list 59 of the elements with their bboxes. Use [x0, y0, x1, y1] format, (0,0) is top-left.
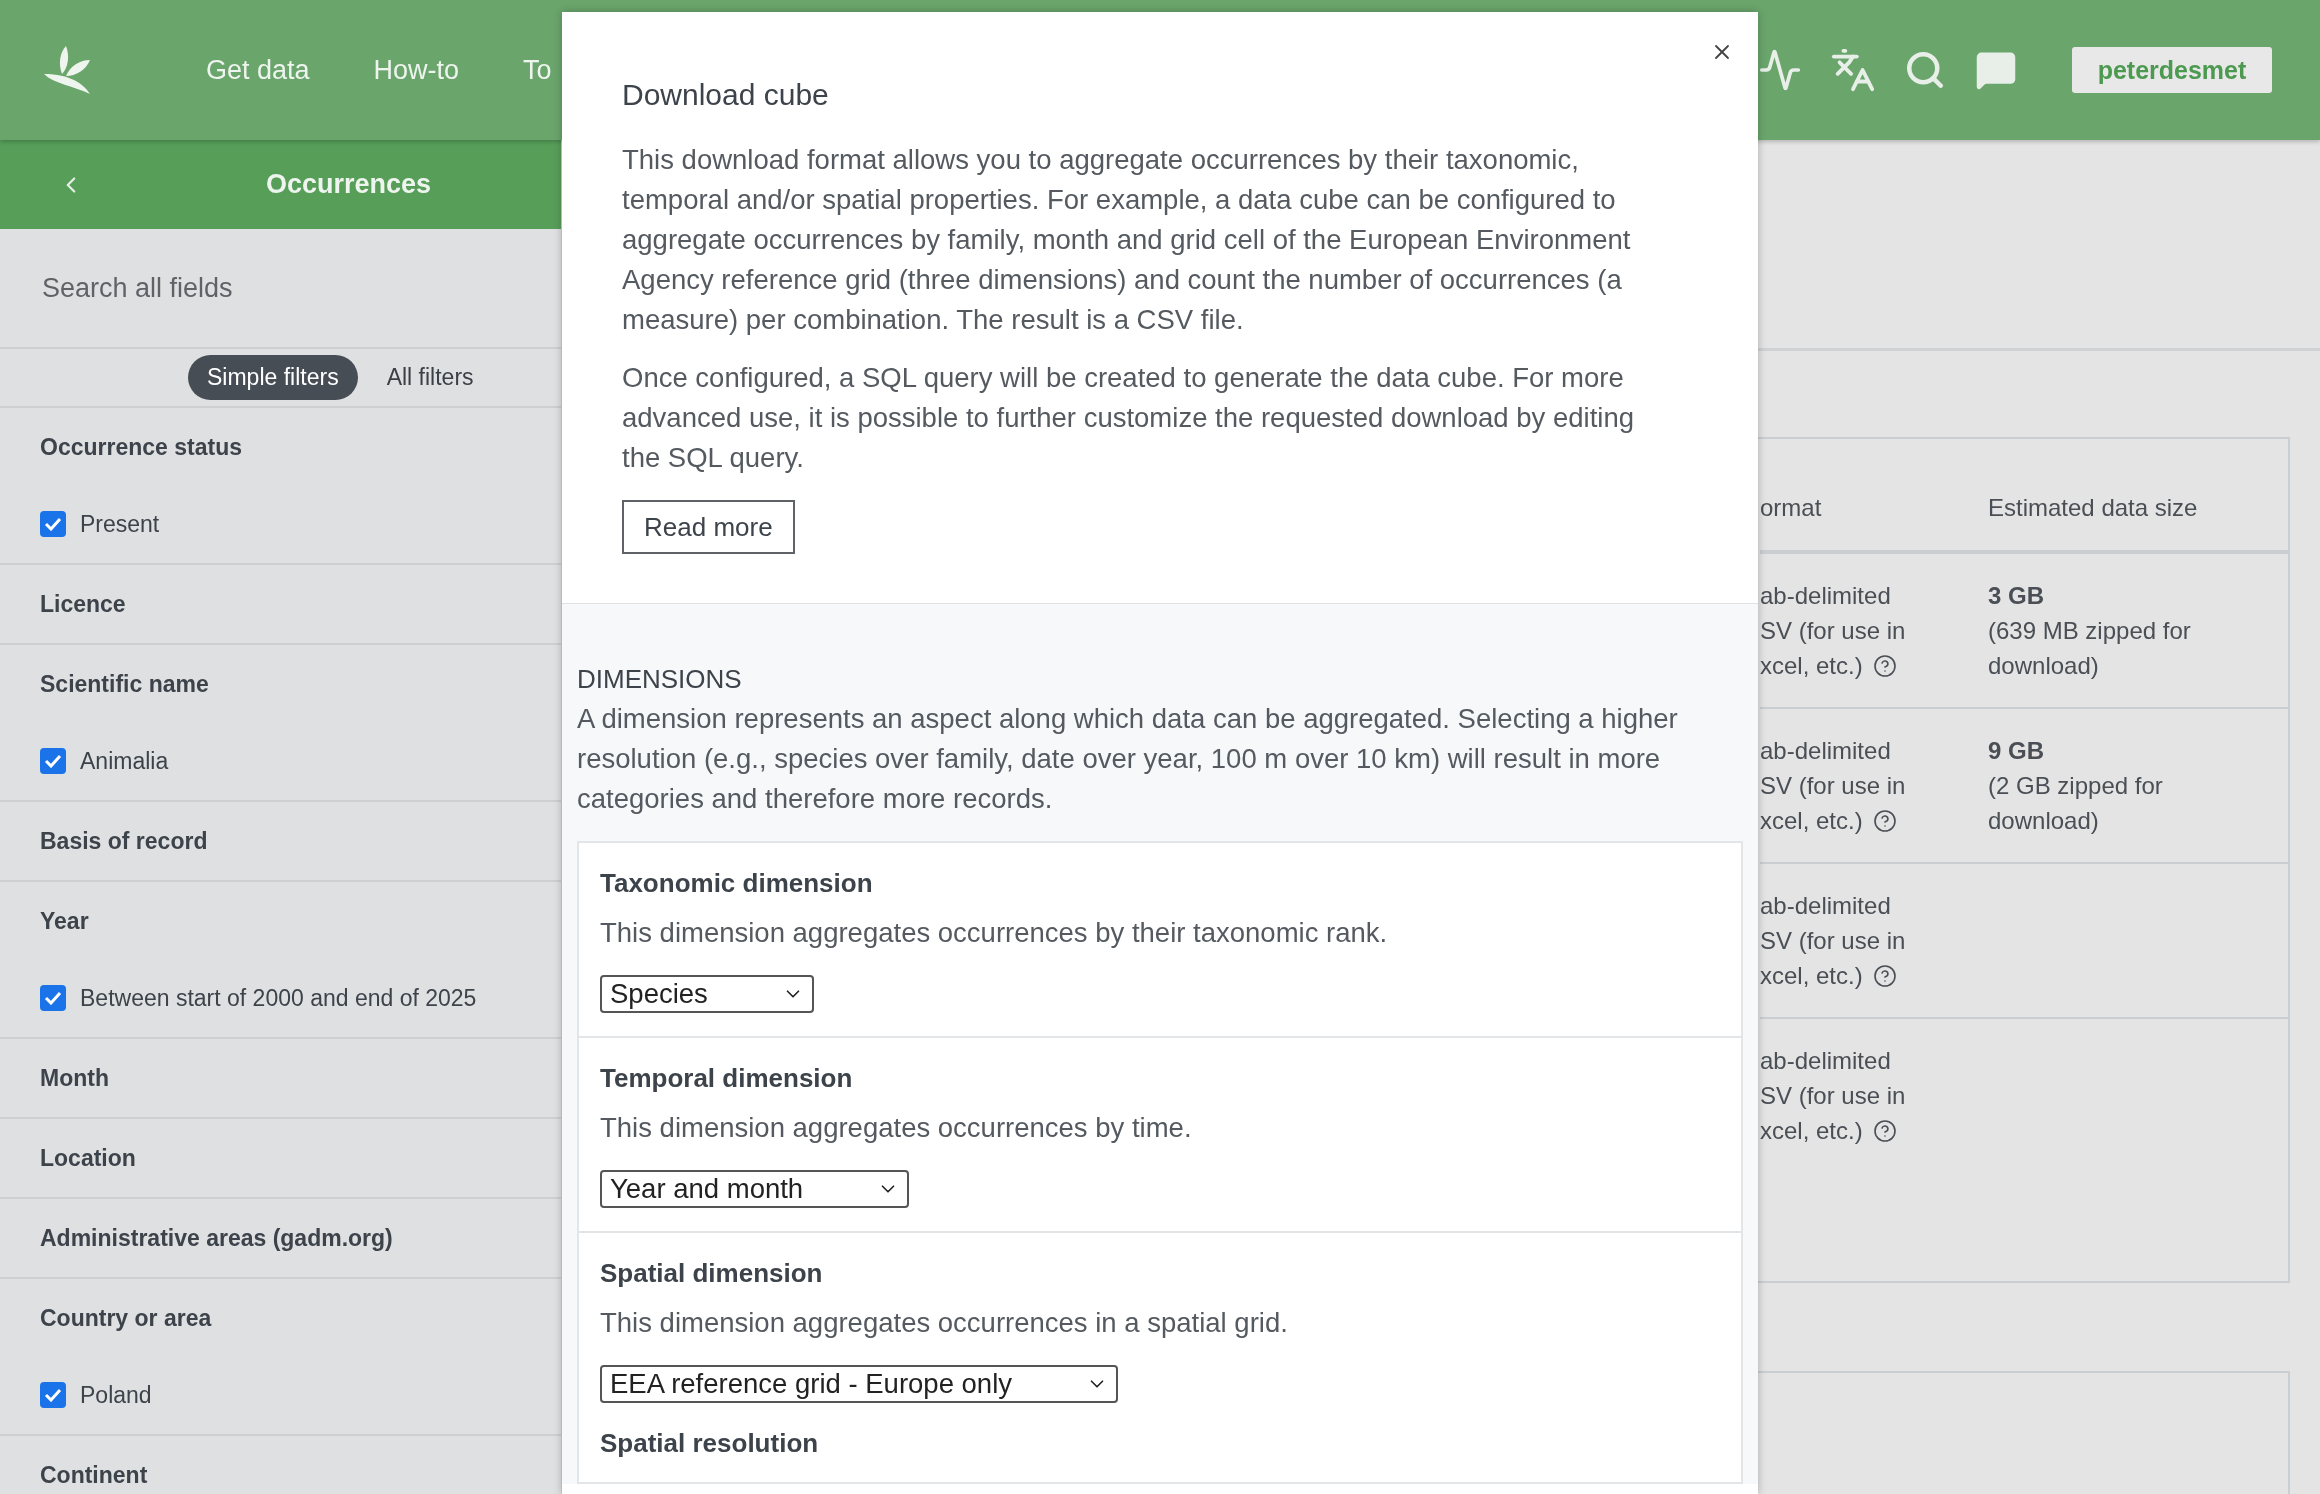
checkbox[interactable] — [40, 1382, 66, 1408]
filter-option: Poland — [80, 1380, 152, 1410]
help-icon[interactable] — [1872, 654, 1897, 678]
dimension-title: Spatial resolution — [600, 1427, 820, 1459]
filter-tab[interactable]: Simple filters — [188, 355, 358, 400]
filter-heading[interactable]: Occurrence status — [40, 432, 521, 462]
section-description: A dimension represents an aspect along which data can be aggregated. Selecting a higher resolution (e.g., species over family, date over year, 100 m over 10 km) will result in more categories and therefore more records. — [577, 702, 1679, 816]
dimension-title: Spatial dimension — [600, 1257, 824, 1289]
sidebar-title: Occurrences — [265, 169, 432, 200]
filter-heading[interactable]: Licence — [40, 589, 521, 619]
format-cell-text: ab-delimited SV (for use in xcel, etc.) — [1760, 1046, 1907, 1146]
filter-heading[interactable]: Country or area — [40, 1303, 521, 1333]
select-field[interactable]: EEA reference grid - Europe only — [600, 1365, 1119, 1403]
dimension-description: This dimension aggregates occurrences by their taxonomic rank. — [600, 916, 1389, 950]
activity-icon[interactable] — [1758, 48, 1802, 92]
help-icon[interactable] — [1872, 809, 1897, 833]
check-icon — [44, 991, 62, 1005]
filter-option: Present — [80, 509, 160, 539]
size-note: (639 MB zipped for download) — [1988, 616, 2192, 681]
column-header: ormat — [1760, 494, 1823, 522]
help-icon[interactable] — [1872, 964, 1897, 988]
size-value: 3 GB — [1988, 581, 2044, 611]
checkbox[interactable] — [40, 748, 66, 774]
filter-heading[interactable]: Location — [40, 1143, 521, 1173]
read-more-button[interactable]: Read more — [622, 500, 795, 554]
select-field[interactable]: Year and month — [600, 1170, 910, 1208]
checkbox[interactable] — [40, 985, 66, 1011]
search-icon[interactable] — [1904, 49, 1946, 91]
search-field[interactable]: Search all fields — [40, 271, 520, 305]
dialog-title: Download cube — [622, 77, 830, 113]
checkbox[interactable] — [40, 511, 66, 537]
filter-heading[interactable]: Administrative areas (gadm.org) — [40, 1223, 521, 1253]
check-icon — [44, 1388, 62, 1402]
filter-option: Between start of 2000 and end of 2025 — [80, 983, 477, 1013]
section-heading: DIMENSIONS — [577, 663, 743, 696]
filter-heading[interactable]: Basis of record — [40, 826, 521, 856]
dimension-title: Temporal dimension — [600, 1062, 854, 1094]
format-cell-text: ab-delimited SV (for use in xcel, etc.) — [1760, 736, 1907, 836]
filter-tab[interactable]: All filters — [367, 355, 493, 400]
filter-heading[interactable]: Continent — [40, 1460, 521, 1490]
format-cell-text: ab-delimited SV (for use in xcel, etc.) — [1760, 581, 1907, 681]
filter-heading[interactable]: Scientific name — [40, 669, 521, 699]
filter-option: Animalia — [80, 746, 169, 776]
column-header: Estimated data size — [1988, 494, 2199, 522]
help-icon[interactable] — [1872, 1119, 1897, 1143]
dimension-title: Taxonomic dimension — [600, 867, 874, 899]
dimension-description: This dimension aggregates occurrences in a spatial grid. — [600, 1306, 1289, 1340]
translate-icon[interactable] — [1830, 47, 1876, 93]
dimension-description: This dimension aggregates occurrences by time. — [600, 1111, 1193, 1145]
filter-heading[interactable]: Year — [40, 906, 521, 936]
format-cell-text: ab-delimited SV (for use in xcel, etc.) — [1760, 891, 1907, 991]
size-value: 9 GB — [1988, 736, 2044, 766]
dialog-paragraph: This download format allows you to aggregate occurrences by their taxonomic, temporal and/or spatial properties. For example, a data cube can be configured to aggregate occurrences by family, month and grid cell of the European Environment Agency reference grid (three dimensions) and count the number of occurrences (a measure) per combination. The result is a CSV file. — [622, 143, 1632, 337]
check-icon — [44, 517, 62, 531]
check-icon — [44, 754, 62, 768]
dialog-paragraph: Once configured, a SQL query will be created to generate the data cube. For more advanced use, it is possible to further customize the requested download by editing the SQL query. — [622, 361, 1635, 475]
select-field[interactable]: Species — [600, 975, 814, 1013]
filter-heading[interactable]: Month — [40, 1063, 521, 1093]
size-note: (2 GB zipped for download) — [1988, 771, 2164, 836]
